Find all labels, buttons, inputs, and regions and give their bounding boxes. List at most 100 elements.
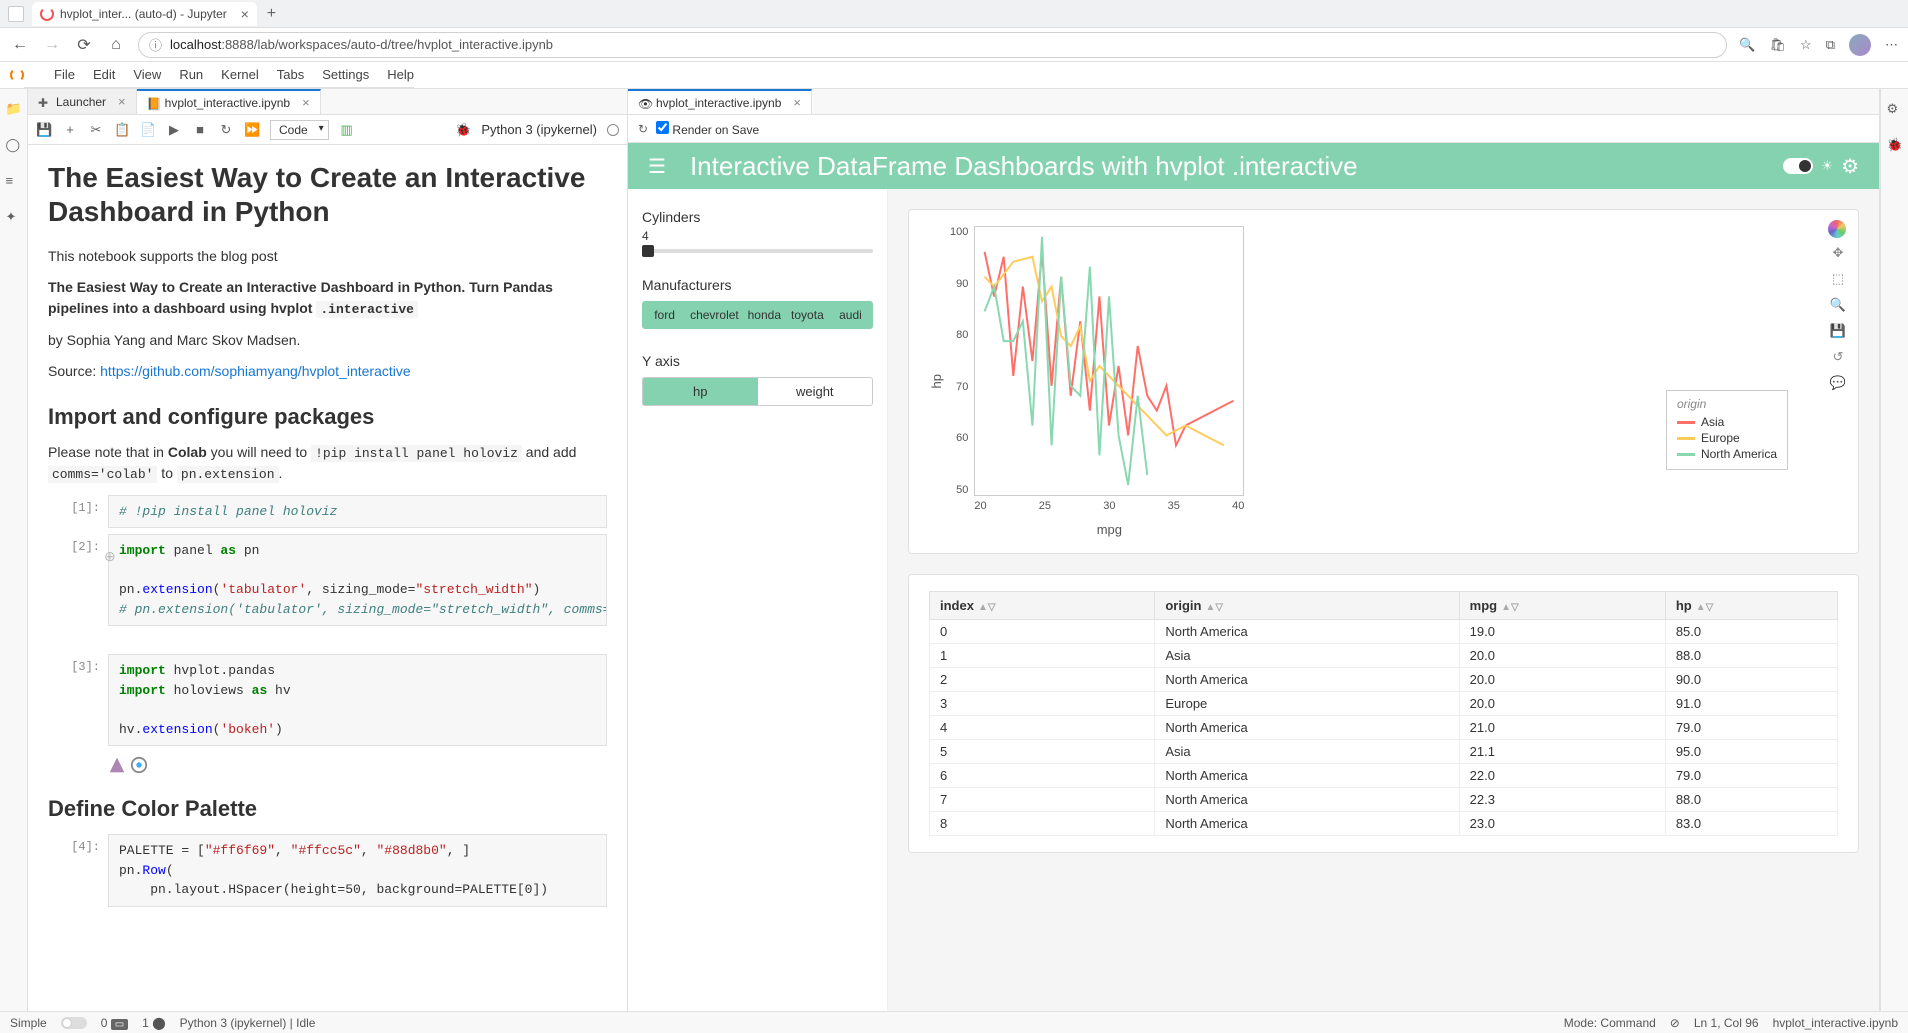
window-controls-icon[interactable] (8, 6, 24, 22)
kernel-name[interactable]: Python 3 (ipykernel) (481, 122, 597, 137)
profile-avatar[interactable] (1849, 34, 1871, 56)
favorites-icon[interactable]: ☆ (1800, 37, 1812, 53)
notification-icon[interactable]: ⊘ (1670, 1016, 1680, 1030)
legend-item[interactable]: Europe (1677, 431, 1777, 445)
jupyter-logo[interactable] (0, 62, 24, 88)
table-row[interactable]: 4North America21.079.0 (930, 716, 1838, 740)
new-tab-button[interactable]: + (267, 5, 276, 23)
back-button[interactable]: ← (10, 36, 30, 54)
url-bar[interactable]: ⓘ localhost:8888/lab/workspaces/auto-d/t… (138, 32, 1727, 58)
manufacturer-option[interactable]: honda (743, 302, 786, 328)
bug-icon[interactable]: 🐞 (455, 122, 471, 138)
cylinders-slider[interactable]: 4 (642, 249, 873, 253)
table-header[interactable]: mpg▲▽ (1459, 592, 1665, 620)
copy-button[interactable]: 📋 (114, 122, 130, 138)
table-header[interactable]: index▲▽ (930, 592, 1155, 620)
toc-icon[interactable]: ≡ (6, 173, 22, 189)
drag-handle-icon[interactable]: ⊕ (104, 548, 116, 565)
reset-tool-icon[interactable]: ↺ (1828, 348, 1848, 368)
manufacturer-option[interactable]: chevrolet (686, 302, 743, 328)
menu-run[interactable]: Run (179, 67, 203, 82)
code-cell[interactable]: [3]: import hvplot.pandas import holovie… (48, 654, 607, 746)
source-link[interactable]: https://github.com/sophiamyang/hvplot_in… (100, 363, 411, 379)
cart-icon[interactable]: 🛍 (1770, 37, 1787, 53)
close-icon[interactable]: × (241, 6, 249, 22)
menu-settings[interactable]: Settings (322, 67, 369, 82)
zoom-icon[interactable]: 🔍 (1739, 37, 1755, 53)
code-cell[interactable]: [2]: import panel as pn pn.extension('ta… (48, 534, 607, 626)
menu-icon[interactable]: ⋯ (1885, 37, 1898, 53)
table-row[interactable]: 8North America23.083.0 (930, 812, 1838, 836)
refresh-preview-button[interactable]: ↻ (638, 122, 648, 136)
collections-icon[interactable]: ⧉ (1826, 37, 1835, 53)
code-cell[interactable]: [1]: # !pip install panel holoviz (48, 495, 607, 529)
settings-icon[interactable]: ⚙ (1841, 154, 1859, 179)
panel-preview-button[interactable]: ▥ (339, 122, 355, 138)
data-table[interactable]: index▲▽origin▲▽mpg▲▽hp▲▽ 0North America1… (929, 591, 1838, 836)
add-cell-button[interactable]: + (62, 122, 78, 137)
extensions-icon[interactable]: ✦ (6, 209, 22, 225)
bokeh-logo-icon[interactable] (1828, 220, 1846, 238)
close-icon[interactable]: × (302, 95, 310, 110)
info-icon[interactable]: ⓘ (149, 35, 162, 54)
table-header[interactable]: origin▲▽ (1155, 592, 1459, 620)
yaxis-option-hp[interactable]: hp (643, 378, 758, 405)
property-inspector-icon[interactable]: ⚙ (1887, 101, 1903, 117)
legend-item[interactable]: North America (1677, 447, 1777, 461)
table-row[interactable]: 3Europe20.091.0 (930, 692, 1838, 716)
table-header[interactable]: hp▲▽ (1665, 592, 1837, 620)
cell-type-selector[interactable]: Code (270, 120, 329, 140)
browser-tab[interactable]: hvplot_inter... (auto-d) - Jupyter × (32, 2, 257, 26)
menu-tabs[interactable]: Tabs (277, 67, 304, 82)
render-on-save-checkbox[interactable]: Render on Save (656, 121, 759, 137)
tab-launcher[interactable]: ✚ Launcher × (28, 89, 137, 114)
notebook-content[interactable]: The Easiest Way to Create an Interactive… (28, 145, 627, 1011)
tab-notebook[interactable]: 📙 hvplot_interactive.ipynb × (137, 89, 321, 114)
menu-edit[interactable]: Edit (93, 67, 115, 82)
paste-button[interactable]: 📄 (140, 122, 156, 138)
running-icon[interactable]: ◯ (6, 137, 22, 153)
kernel-status[interactable]: Python 3 (ipykernel) | Idle (180, 1016, 316, 1030)
manufacturer-option[interactable]: audi (829, 302, 872, 328)
menu-view[interactable]: View (133, 67, 161, 82)
menu-kernel[interactable]: Kernel (221, 67, 259, 82)
cut-button[interactable]: ✂ (88, 122, 104, 138)
yaxis-option-weight[interactable]: weight (758, 378, 873, 405)
menu-file[interactable]: File (54, 67, 75, 82)
hamburger-icon[interactable]: ☰ (648, 154, 666, 179)
restart-run-all-button[interactable]: ⏩ (244, 122, 260, 138)
save-button[interactable]: 💾 (36, 122, 52, 138)
box-zoom-tool-icon[interactable]: ⬚ (1828, 270, 1848, 290)
tab-preview[interactable]: 👁 hvplot_interactive.ipynb × (628, 89, 812, 114)
table-row[interactable]: 0North America19.085.0 (930, 620, 1838, 644)
table-row[interactable]: 7North America22.388.0 (930, 788, 1838, 812)
save-tool-icon[interactable]: 💾 (1828, 322, 1848, 342)
file-browser-icon[interactable]: 📁 (6, 101, 22, 117)
notebook-text: This notebook supports the blog post (48, 246, 607, 267)
restart-button[interactable]: ↻ (218, 122, 234, 138)
theme-toggle[interactable] (1783, 158, 1813, 174)
pan-tool-icon[interactable]: ✥ (1828, 244, 1848, 264)
debugger-icon[interactable]: 🐞 (1887, 137, 1903, 153)
table-row[interactable]: 1Asia20.088.0 (930, 644, 1838, 668)
run-button[interactable]: ▶ (166, 122, 182, 138)
manufacturers-select[interactable]: ford chevrolet honda toyota audi (642, 301, 873, 329)
close-icon[interactable]: × (793, 95, 801, 110)
hover-tool-icon[interactable]: 💬 (1828, 374, 1848, 394)
wheel-zoom-tool-icon[interactable]: 🔍 (1828, 296, 1848, 316)
table-row[interactable]: 6North America22.079.0 (930, 764, 1838, 788)
legend-item[interactable]: Asia (1677, 415, 1777, 429)
chart-plot[interactable] (974, 226, 1244, 496)
manufacturer-option[interactable]: toyota (786, 302, 829, 328)
code-cell[interactable]: [4]: PALETTE = ["#ff6f69", "#ffcc5c", "#… (48, 834, 607, 907)
table-row[interactable]: 5Asia21.195.0 (930, 740, 1838, 764)
table-row[interactable]: 2North America20.090.0 (930, 668, 1838, 692)
home-button[interactable]: ⌂ (106, 36, 126, 54)
stop-button[interactable]: ■ (192, 122, 208, 137)
reload-button[interactable]: ⟳ (74, 35, 94, 55)
yaxis-radio[interactable]: hp weight (642, 377, 873, 406)
simple-mode-toggle[interactable] (61, 1017, 87, 1029)
manufacturer-option[interactable]: ford (643, 302, 686, 328)
menu-help[interactable]: Help (387, 67, 414, 82)
close-icon[interactable]: × (118, 94, 126, 109)
